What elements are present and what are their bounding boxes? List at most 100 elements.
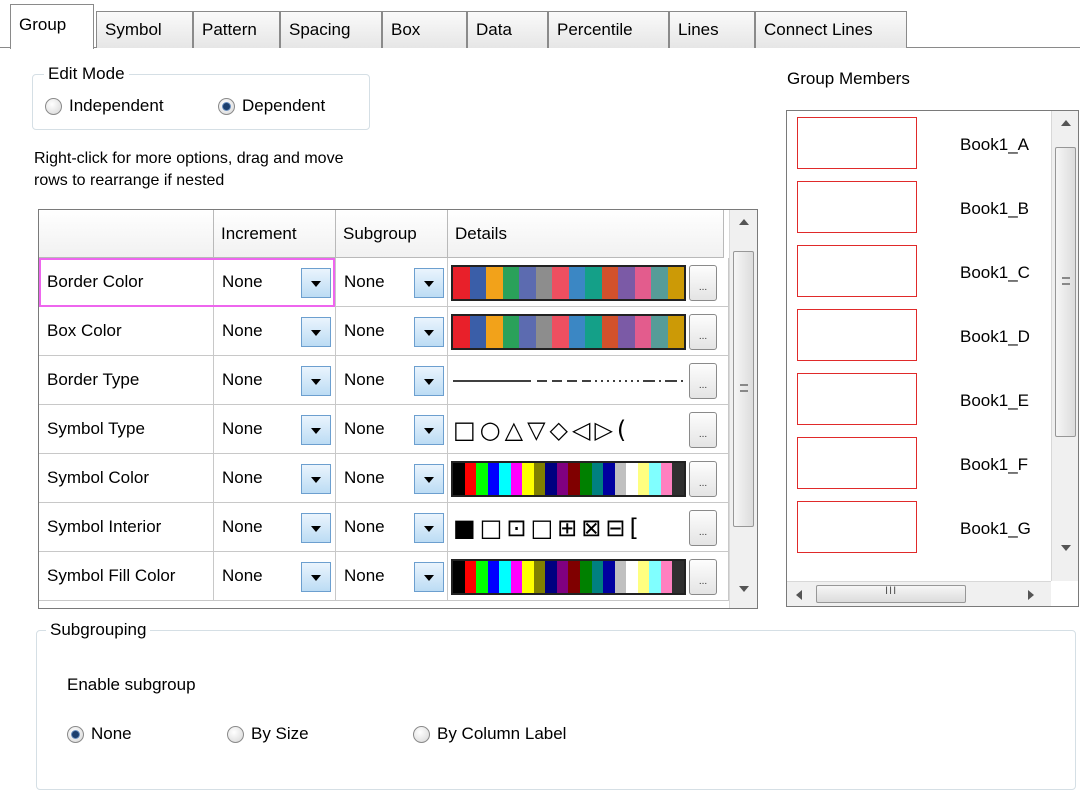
edit-mode-legend: Edit Mode — [44, 64, 129, 84]
header-subgroup[interactable]: Subgroup — [336, 210, 448, 258]
subgroup-select[interactable]: None — [336, 405, 448, 454]
chevron-down-icon[interactable] — [414, 513, 444, 543]
chevron-down-icon[interactable] — [414, 464, 444, 494]
details-ellipsis-button[interactable]: ... — [689, 461, 717, 497]
tab-pattern[interactable]: Pattern — [193, 11, 280, 48]
table-row[interactable]: Symbol Interior None None ■□⊡□⊞⊠⊟[... — [39, 503, 739, 552]
scroll-up-arrow-icon[interactable] — [1052, 111, 1078, 135]
enable-subgroup-label: Enable subgroup — [67, 675, 196, 694]
details-ellipsis-button[interactable]: ... — [689, 265, 717, 301]
tab-box[interactable]: Box — [382, 11, 467, 48]
chevron-down-icon[interactable] — [301, 268, 331, 298]
subgrouping-legend: Subgrouping — [46, 620, 151, 640]
members-hscroll-thumb[interactable]: III — [816, 585, 966, 603]
increment-select[interactable]: None — [214, 258, 336, 307]
row-name: Border Color — [39, 258, 214, 307]
radio-subgroup-none[interactable]: None — [67, 724, 132, 744]
chevron-down-icon[interactable] — [301, 366, 331, 396]
list-item[interactable]: Book1_G — [797, 501, 1067, 557]
subgroup-select[interactable]: None — [336, 503, 448, 552]
increment-select[interactable]: None — [214, 454, 336, 503]
subgroup-value: None — [344, 321, 385, 340]
table-row[interactable]: Symbol Color None None... — [39, 454, 739, 503]
list-item[interactable]: Book1_F — [797, 437, 1067, 493]
list-item[interactable]: Book1_C — [797, 245, 1067, 301]
table-row[interactable]: Box Color None None... — [39, 307, 739, 356]
scroll-left-arrow-icon[interactable] — [787, 582, 814, 606]
grid-header: Increment Subgroup Details — [39, 210, 739, 258]
increment-select[interactable]: None — [214, 552, 336, 601]
chevron-down-icon[interactable] — [414, 562, 444, 592]
tab-label: Lines — [678, 20, 719, 39]
subgroup-select[interactable]: None — [336, 258, 448, 307]
group-grid[interactable]: Increment Subgroup Details Border Color N… — [38, 209, 758, 609]
chevron-down-icon[interactable] — [301, 464, 331, 494]
tab-connect-lines[interactable]: Connect Lines — [755, 11, 907, 48]
row-name: Box Color — [39, 307, 214, 356]
list-item[interactable]: Book1_B — [797, 181, 1067, 237]
subgroup-select[interactable]: None — [336, 356, 448, 405]
list-item[interactable]: Book1_E — [797, 373, 1067, 429]
chevron-down-icon[interactable] — [301, 562, 331, 592]
radio-independent[interactable]: Independent — [45, 96, 164, 116]
radio-label: Independent — [69, 96, 164, 115]
tab-data[interactable]: Data — [467, 11, 548, 48]
subgroup-select[interactable]: None — [336, 307, 448, 356]
radio-subgroup-by-size[interactable]: By Size — [227, 724, 309, 744]
row-name: Symbol Fill Color — [39, 552, 214, 601]
header-details[interactable]: Details — [448, 210, 724, 258]
chevron-down-icon[interactable] — [301, 513, 331, 543]
chevron-down-icon[interactable] — [301, 317, 331, 347]
increment-value: None — [222, 272, 263, 291]
members-horizontal-scrollbar[interactable]: III — [787, 581, 1051, 606]
table-row[interactable]: Symbol Fill Color None None... — [39, 552, 739, 601]
table-row[interactable]: Border Color None None... — [39, 258, 739, 307]
details-ellipsis-button[interactable]: ... — [689, 510, 717, 546]
table-row[interactable]: Symbol Type None None □○△▽◇◁▷(... — [39, 405, 739, 454]
details-ellipsis-button[interactable]: ... — [689, 363, 717, 399]
chevron-down-icon[interactable] — [414, 268, 444, 298]
scroll-down-arrow-icon[interactable] — [730, 576, 757, 600]
chevron-down-icon[interactable] — [414, 415, 444, 445]
group-members-list[interactable]: Book1_A Book1_B Book1_C Book1_D Book1_E Book1… — [786, 110, 1079, 607]
details-ellipsis-button[interactable]: ... — [689, 314, 717, 350]
tab-label: Data — [476, 20, 512, 39]
tab-symbol[interactable]: Symbol — [96, 11, 193, 48]
scroll-down-arrow-icon[interactable] — [1052, 535, 1078, 559]
subgroup-select[interactable]: None — [336, 552, 448, 601]
details-ellipsis-button[interactable]: ... — [689, 559, 717, 595]
chevron-down-icon[interactable] — [301, 415, 331, 445]
header-name — [39, 210, 214, 258]
tab-spacing[interactable]: Spacing — [280, 11, 382, 48]
member-label: Book1_F — [960, 455, 1029, 474]
subgroup-value: None — [344, 419, 385, 438]
tab-group[interactable]: Group — [10, 4, 94, 49]
members-scroll-thumb[interactable] — [1055, 147, 1076, 437]
grid-scroll-thumb[interactable] — [733, 251, 754, 527]
header-increment[interactable]: Increment — [214, 210, 336, 258]
chevron-down-icon[interactable] — [414, 317, 444, 347]
details-ellipsis-button[interactable]: ... — [689, 412, 717, 448]
subgroup-select[interactable]: None — [336, 454, 448, 503]
grid-vertical-scrollbar[interactable] — [729, 210, 757, 608]
increment-select[interactable]: None — [214, 405, 336, 454]
chevron-down-icon[interactable] — [414, 366, 444, 396]
row-name: Symbol Color — [39, 454, 214, 503]
members-vertical-scrollbar[interactable] — [1051, 111, 1078, 581]
increment-select[interactable]: None — [214, 307, 336, 356]
increment-select[interactable]: None — [214, 503, 336, 552]
tab-label: Percentile — [557, 20, 633, 39]
details-preview — [451, 559, 686, 595]
hint-line-1: Right-click for more options, drag and m… — [34, 150, 344, 167]
scroll-up-arrow-icon[interactable] — [730, 210, 757, 234]
radio-dependent[interactable]: Dependent — [218, 96, 325, 116]
list-item[interactable]: Book1_D — [797, 309, 1067, 365]
tab-lines[interactable]: Lines — [669, 11, 755, 48]
increment-select[interactable]: None — [214, 356, 336, 405]
table-row[interactable]: Border Type None None... — [39, 356, 739, 405]
radio-subgroup-by-column-label[interactable]: By Column Label — [413, 724, 566, 744]
scroll-right-arrow-icon[interactable] — [1017, 582, 1044, 606]
tab-percentile[interactable]: Percentile — [548, 11, 669, 48]
increment-value: None — [222, 517, 263, 536]
list-item[interactable]: Book1_A — [797, 117, 1067, 173]
